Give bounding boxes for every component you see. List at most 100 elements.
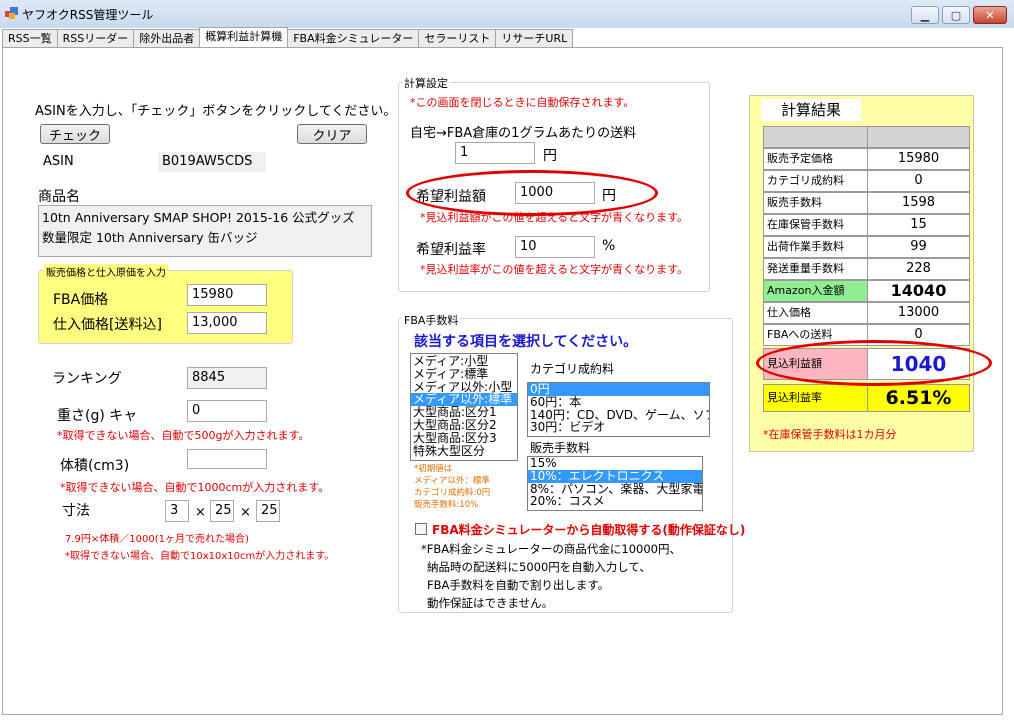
close-icon: ✕ bbox=[985, 8, 995, 22]
check-button[interactable]: チェック bbox=[40, 124, 110, 144]
result-value: 15 bbox=[867, 214, 970, 236]
size-input-3[interactable]: 25 bbox=[256, 500, 280, 522]
list-item[interactable]: 30円：ビデオ bbox=[528, 421, 709, 434]
rate-note: *見込利益率がこの値を超えると文字が青くなります。 bbox=[420, 263, 689, 276]
defaults-note: *初期値は メディア以外：標準 カテゴリ成約料:0円 販売手数料:10% bbox=[414, 464, 491, 510]
category-fee-label: カテゴリ成約料 bbox=[530, 362, 615, 376]
list-item[interactable]: 特殊大型区分 bbox=[411, 444, 517, 458]
minimize-button[interactable]: ▁ bbox=[911, 6, 939, 24]
list-item-selected[interactable]: 0円 bbox=[528, 383, 709, 396]
result-label: 発送重量手数料 bbox=[763, 258, 868, 280]
size-note-2: *取得できない場合、自動で10x10x10cmが入力されます。 bbox=[65, 551, 335, 562]
title-bar: ヤフオクRSS管理ツール ▁ ▢ ✕ bbox=[0, 0, 1014, 28]
list-item[interactable]: メディア:標準 bbox=[411, 367, 517, 381]
autosave-note: *この画面を閉じるときに自動保存されます。 bbox=[410, 96, 635, 109]
list-item[interactable]: 15% bbox=[528, 457, 702, 470]
result-label-rate: 見込利益率 bbox=[763, 384, 868, 412]
tab-fba-simulator[interactable]: FBA料金シミュレーター bbox=[287, 29, 420, 48]
tab-research-url[interactable]: リサーチURL bbox=[495, 29, 574, 48]
result-label: 仕入価格 bbox=[763, 302, 868, 324]
cost-label: 仕入価格[送料込] bbox=[53, 317, 162, 333]
result-label: 販売手数料 bbox=[763, 192, 868, 214]
app-icon bbox=[5, 7, 18, 19]
size-separator-2: × bbox=[240, 505, 251, 520]
list-item[interactable]: メディア:小型 bbox=[411, 355, 517, 368]
volume-label: 体積(cm3) bbox=[60, 458, 130, 474]
rate-input[interactable]: 10 bbox=[515, 236, 595, 258]
shipping-unit: 円 bbox=[543, 148, 557, 164]
tab-profit-calculator[interactable]: 概算利益計算機 bbox=[199, 27, 289, 48]
commission-label: 販売手数料 bbox=[530, 441, 591, 455]
shipping-label: 自宅→FBA倉庫の1グラムあたりの送料 bbox=[410, 126, 637, 141]
product-name-field[interactable]: 10tn Anniversary SMAP SHOP! 2015-16 公式グッ… bbox=[38, 205, 372, 257]
rate-label: 希望利益率 bbox=[416, 242, 486, 258]
commission-listbox[interactable]: 15% 10%：エレクトロニクス 8%：パソコン、楽器、大型家電 20%：コスメ bbox=[527, 456, 703, 511]
size-input-1[interactable]: 3 bbox=[165, 500, 189, 522]
fba-fee-heading: 該当する項目を選択してください。 bbox=[414, 334, 638, 350]
fba-price-input[interactable]: 15980 bbox=[187, 284, 267, 306]
tab-strip: RSS一覧 RSSリーダー 除外出品者 概算利益計算機 FBA料金シミュレーター… bbox=[2, 27, 574, 48]
result-value: 99 bbox=[867, 236, 970, 258]
result-value: 1598 bbox=[867, 192, 970, 214]
maximize-icon: ▢ bbox=[950, 8, 962, 22]
fba-price-label: FBA価格 bbox=[53, 292, 109, 308]
result-label: 出荷作業手数料 bbox=[763, 236, 868, 258]
size-input-2[interactable]: 25 bbox=[210, 500, 234, 522]
tab-rss-reader[interactable]: RSSリーダー bbox=[56, 29, 135, 48]
results-title: 計算結果 bbox=[761, 99, 861, 121]
size-category-listbox[interactable]: メディア:小型 メディア:標準 メディア以外:小型 メディア以外:標準 大型商品… bbox=[410, 353, 518, 461]
list-item[interactable]: 大型商品:区分3 bbox=[411, 431, 517, 445]
weight-note: *取得できない場合、自動で500gが入力されます。 bbox=[57, 429, 310, 442]
ranking-field[interactable]: 8845 bbox=[187, 367, 267, 389]
result-label: 在庫保管手数料 bbox=[763, 214, 868, 236]
list-item-selected[interactable]: 10%：エレクトロニクス bbox=[528, 469, 702, 483]
rate-unit: % bbox=[602, 238, 616, 254]
results-header-cell bbox=[763, 126, 868, 148]
clear-button[interactable]: クリア bbox=[297, 124, 367, 144]
ranking-label: ランキング bbox=[52, 371, 122, 387]
result-label: カテゴリ成約料 bbox=[763, 170, 868, 192]
result-label-amazon: Amazon入金額 bbox=[763, 280, 868, 302]
auto-fetch-checkbox[interactable] bbox=[415, 523, 427, 535]
tab-excluded-sellers[interactable]: 除外出品者 bbox=[133, 29, 201, 48]
auto-fetch-note: *FBA料金シミュレーターの商品代金に10000円、 納品時の配送料に5000円… bbox=[421, 542, 681, 610]
profit-result-highlight-ellipse bbox=[756, 340, 992, 386]
result-label: 販売予定価格 bbox=[763, 148, 868, 170]
list-item[interactable]: 60円：本 bbox=[528, 395, 709, 409]
instruction-text: ASINを入力し、「チェック」ボタンをクリックしてください。 bbox=[35, 104, 397, 119]
result-value-amazon: 14040 bbox=[867, 280, 970, 302]
results-footnote: *在庫保管手数料は1カ月分 bbox=[763, 428, 897, 441]
minimize-icon: ▁ bbox=[920, 8, 930, 22]
product-name-label: 商品名 bbox=[38, 189, 80, 205]
result-value-rate: 6.51% bbox=[867, 384, 970, 412]
result-value: 228 bbox=[867, 258, 970, 280]
result-value: 0 bbox=[867, 170, 970, 192]
close-button[interactable]: ✕ bbox=[973, 6, 1007, 24]
weight-input[interactable]: 0 bbox=[187, 400, 267, 422]
weight-label: 重さ(g) キャ bbox=[57, 408, 138, 424]
list-item[interactable]: 20%：コスメ bbox=[528, 495, 702, 508]
asin-label: ASIN bbox=[43, 154, 74, 169]
tab-rss-list[interactable]: RSS一覧 bbox=[2, 29, 58, 48]
list-item[interactable]: 大型商品:区分2 bbox=[411, 419, 517, 432]
asin-field[interactable]: B019AW5CDS bbox=[157, 151, 267, 173]
window-title: ヤフオクRSS管理ツール bbox=[22, 8, 154, 22]
tab-seller-list[interactable]: セラーリスト bbox=[418, 29, 497, 48]
auto-fetch-label[interactable]: FBA料金シミュレーターから自動取得する(動作保証なし) bbox=[432, 521, 745, 538]
fba-fee-legend: FBA手数料 bbox=[402, 312, 461, 328]
calc-settings-legend: 計算設定 bbox=[402, 75, 450, 91]
cost-input[interactable]: 13,000 bbox=[187, 312, 267, 334]
category-fee-listbox[interactable]: 0円 60円：本 140円：CD、DVD、ゲーム、ソフト 30円：ビデオ bbox=[527, 382, 710, 437]
volume-note: *取得できない場合、自動で1000cmが入力されます。 bbox=[60, 481, 330, 494]
shipping-input[interactable]: 1 bbox=[455, 142, 535, 164]
results-header-cell bbox=[867, 126, 970, 148]
size-separator-1: × bbox=[195, 505, 206, 520]
volume-input[interactable] bbox=[187, 449, 267, 469]
profit-highlight-ellipse bbox=[406, 170, 658, 216]
price-group-legend: 販売価格と仕入原価を入力 bbox=[44, 264, 168, 279]
result-value: 13000 bbox=[867, 302, 970, 324]
result-value: 15980 bbox=[867, 148, 970, 170]
size-note-1: 7.9円×体積／1000(1ヶ月で売れた場合) bbox=[65, 534, 249, 545]
size-label: 寸法 bbox=[62, 503, 90, 519]
maximize-button[interactable]: ▢ bbox=[942, 6, 970, 24]
